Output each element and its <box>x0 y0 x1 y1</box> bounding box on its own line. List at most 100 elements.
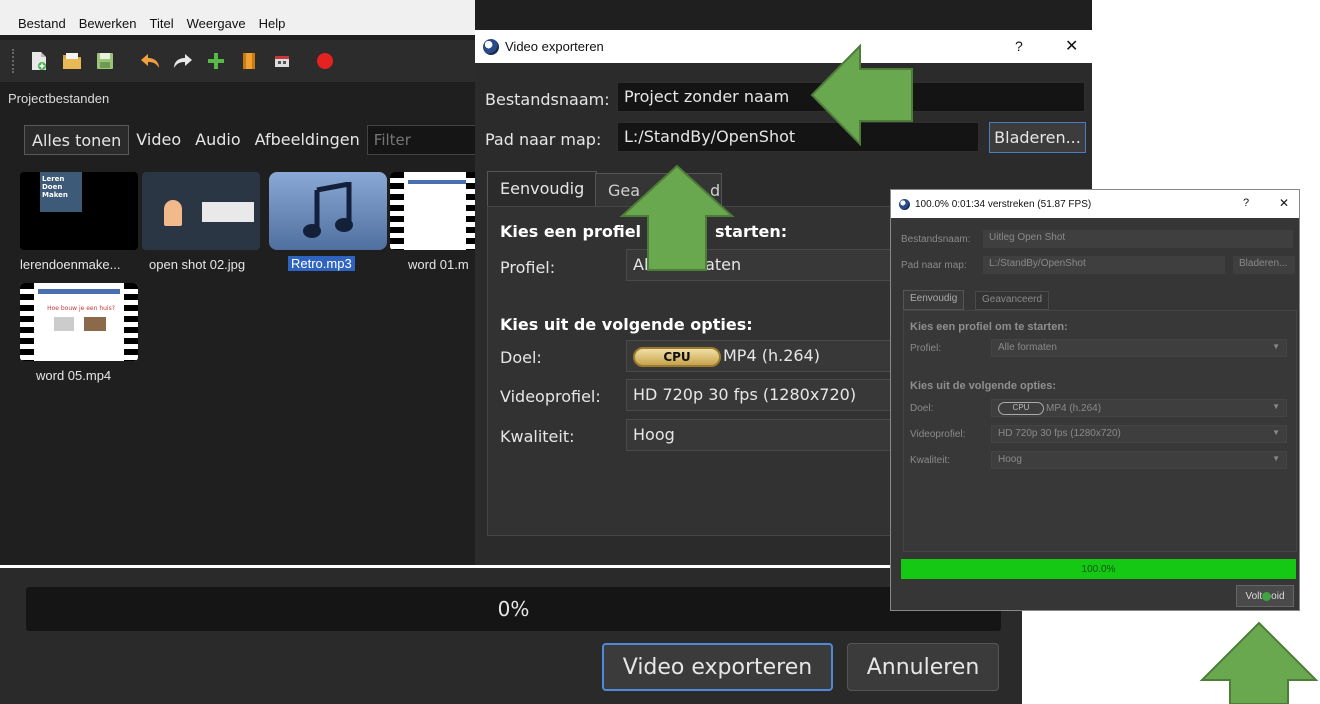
project-files-title: Projectbestanden <box>8 91 110 106</box>
menu-bestand[interactable]: Bestand <box>18 16 66 31</box>
save-project-icon[interactable] <box>95 51 115 71</box>
file-thumb-open-shot-02[interactable] <box>142 172 260 250</box>
cpu-badge: CPU <box>633 346 721 367</box>
quality-select[interactable]: Hoog <box>626 419 896 451</box>
folder-input[interactable]: L:/StandBy/OpenShot <box>617 122 979 152</box>
openshot-logo-icon <box>899 198 910 210</box>
thumb-screen <box>202 202 254 222</box>
pw-folder-input[interactable]: L:/StandBy/OpenShot <box>983 256 1225 274</box>
fullscreen-icon[interactable] <box>272 51 292 71</box>
menu-weergave[interactable]: Weergave <box>187 16 246 31</box>
help-icon[interactable]: ? <box>1015 38 1023 54</box>
pw-video-profile-label: Videoprofiel: <box>910 429 966 440</box>
target-label: Doel: <box>500 348 542 367</box>
filter-tab-all[interactable]: Alles tonen <box>24 125 130 155</box>
quality-label: Kwaliteit: <box>500 427 575 446</box>
file-label: word 01.m <box>408 257 469 272</box>
video-profile-select[interactable]: HD 720p 30 fps (1280x720) <box>626 379 896 411</box>
import-files-icon[interactable] <box>206 51 226 71</box>
chevron-down-icon: ▼ <box>1272 428 1280 437</box>
pw-done-label: Volt <box>1245 590 1263 602</box>
pw-done-label-end: oid <box>1271 590 1285 602</box>
filter-input[interactable] <box>366 125 477 155</box>
pw-progress-bar: 100.0% <box>901 559 1296 579</box>
menu-bar: Bestand Bewerken Titel Weergave Help <box>0 12 475 35</box>
pw-cpu-badge: CPU <box>998 402 1044 415</box>
file-label-selected: Retro.mp3 <box>288 256 355 271</box>
close-icon[interactable]: ✕ <box>1065 36 1078 56</box>
pw-filename-label: Bestandsnaam: <box>901 234 971 245</box>
pw-video-profile-value: HD 720p 30 fps (1280x720) <box>998 428 1121 439</box>
target-value: MP4 (h.264) <box>723 346 820 365</box>
new-project-icon[interactable] <box>29 51 49 71</box>
pw-profile-select[interactable]: Alle formaten ▼ <box>991 339 1287 357</box>
thumb-person <box>164 200 182 226</box>
close-icon[interactable]: ✕ <box>1279 196 1289 210</box>
undo-icon[interactable] <box>140 51 160 71</box>
profile-label: Profiel: <box>500 258 556 277</box>
file-thumb-word-05[interactable]: Hoe bouw je een huis? <box>20 283 138 361</box>
cancel-button[interactable]: Annuleren <box>847 643 999 691</box>
filter-tab-images[interactable]: Afbeeldingen <box>248 125 367 155</box>
chevron-down-icon: ▼ <box>1272 402 1280 411</box>
file-label: open shot 02.jpg <box>149 257 246 272</box>
progress-window-title: 100.0% 0:01:34 verstreken (51.87 FPS) <box>915 198 1092 210</box>
pw-tab-simple[interactable]: Eenvoudig <box>903 290 965 310</box>
file-thumb-retro-mp3[interactable] <box>269 172 387 250</box>
pw-tab-advanced[interactable]: Geavanceerd <box>975 291 1050 310</box>
filter-tabs: Alles tonen Video Audio Afbeeldingen <box>24 125 477 155</box>
export-progress-text: 0% <box>497 597 530 621</box>
pw-progress-text: 100.0% <box>1081 563 1116 575</box>
file-thumb-word-01[interactable] <box>390 172 480 250</box>
pw-video-profile-select[interactable]: HD 720p 30 fps (1280x720) ▼ <box>991 425 1287 443</box>
menu-titel[interactable]: Titel <box>150 16 174 31</box>
busy-cursor-icon <box>1262 591 1272 601</box>
export-video-button[interactable]: Video exporteren <box>602 643 833 691</box>
filter-tab-video[interactable]: Video <box>129 125 188 155</box>
pw-done-button[interactable]: Volt oid <box>1236 585 1294 607</box>
menu-help[interactable]: Help <box>259 16 286 31</box>
pw-profile-label: Profiel: <box>910 343 942 354</box>
thumb-ribbon <box>38 289 120 294</box>
profile-icon[interactable] <box>239 51 259 71</box>
help-icon[interactable]: ? <box>1243 197 1249 209</box>
pw-profile-section-heading: Kies een profiel om te starten: <box>910 321 1068 333</box>
target-select[interactable]: CPU MP4 (h.264) <box>626 340 896 372</box>
filename-label: Bestandsnaam: <box>485 90 610 109</box>
pw-target-value: MP4 (h.264) <box>1046 403 1102 415</box>
thumb-image <box>54 317 74 331</box>
pw-profile-value: Alle formaten <box>998 342 1057 353</box>
folder-label: Pad naar map: <box>485 130 602 149</box>
file-thumb-lerendoenmaken[interactable]: Leren Doen Maken <box>20 172 138 250</box>
toolbar-grip[interactable] <box>12 49 16 73</box>
pw-quality-value: Hoog <box>998 454 1022 465</box>
annotation-arrow-up-icon <box>619 164 735 271</box>
main-toolbar <box>0 40 475 82</box>
progress-window-titlebar: 100.0% 0:01:34 verstreken (51.87 FPS) ? … <box>891 190 1299 218</box>
pw-quality-select[interactable]: Hoog ▼ <box>991 451 1287 469</box>
tab-simple[interactable]: Eenvoudig <box>487 171 598 207</box>
pw-options-section-heading: Kies uit de volgende opties: <box>910 380 1057 392</box>
record-icon[interactable] <box>315 51 335 71</box>
browse-button[interactable]: Bladeren... <box>989 122 1086 153</box>
annotation-arrow-up-icon <box>1199 621 1319 704</box>
pw-browse-button[interactable]: Bladeren... <box>1233 256 1295 274</box>
music-note-icon <box>303 182 353 238</box>
pw-target-select[interactable]: CPU MP4 (h.264) ▼ <box>991 399 1287 417</box>
redo-icon[interactable] <box>173 51 193 71</box>
export-progress-window: 100.0% 0:01:34 verstreken (51.87 FPS) ? … <box>890 189 1300 611</box>
filter-tab-audio[interactable]: Audio <box>188 125 247 155</box>
open-project-icon[interactable] <box>62 51 82 71</box>
options-section-heading: Kies uit de volgende opties: <box>500 315 753 334</box>
pw-filename-input[interactable]: Uitleg Open Shot <box>983 230 1293 248</box>
thumb-logo-text: Leren Doen Maken <box>42 175 68 199</box>
video-profile-label: Videoprofiel: <box>500 387 601 406</box>
pw-quality-label: Kwaliteit: <box>910 455 951 466</box>
dialog-titlebar: Video exporteren ? ✕ <box>475 30 1092 63</box>
chevron-down-icon: ▼ <box>1272 454 1280 463</box>
dialog-title: Video exporteren <box>505 39 604 54</box>
window-top-strip <box>0 0 475 12</box>
menu-bewerken[interactable]: Bewerken <box>79 16 137 31</box>
thumb-heading: Hoe bouw je een huis? <box>47 305 115 312</box>
thumb-ribbon <box>408 180 478 184</box>
